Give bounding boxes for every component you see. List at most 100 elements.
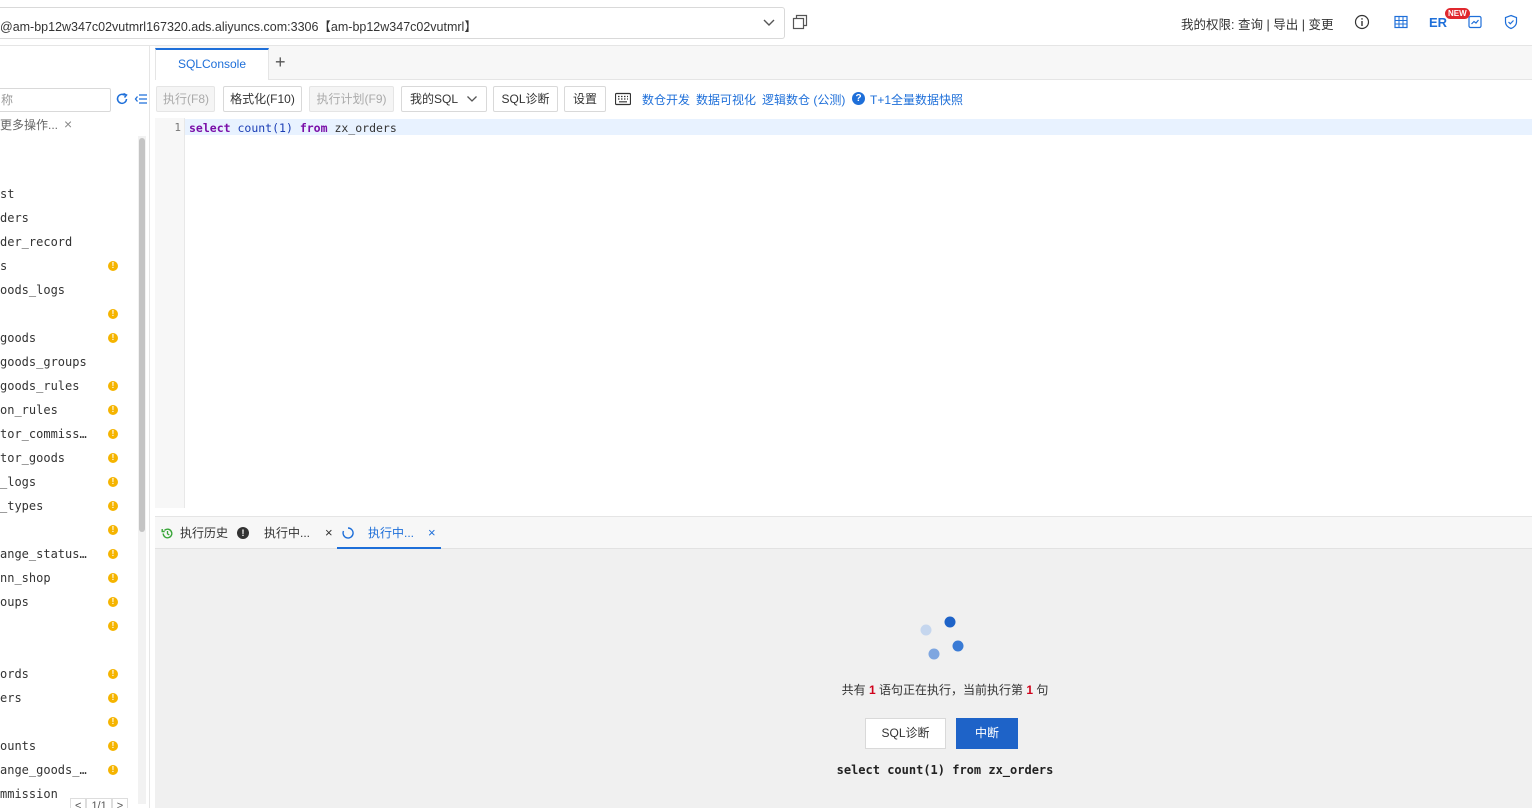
sidebar-scrollbar-thumb[interactable] (139, 138, 145, 532)
warning-icon: ! (108, 621, 118, 631)
tab-execution-history[interactable]: 执行历史 (180, 517, 228, 549)
table-name: goods_rules (0, 379, 80, 393)
close-icon[interactable]: × (428, 517, 436, 549)
info-icon[interactable] (1354, 14, 1370, 30)
link-data-visualization[interactable]: 数据可视化 (696, 91, 756, 108)
table-list-item[interactable]: _types! (0, 494, 140, 518)
link-snapshot[interactable]: T+1全量数据快照 (870, 91, 963, 108)
add-tab-button[interactable]: + (275, 52, 286, 73)
keyboard-icon[interactable] (615, 92, 631, 106)
table-list-item[interactable]: ! (0, 710, 140, 734)
perm-export[interactable]: 导出 (1273, 14, 1298, 33)
table-grid-icon[interactable] (1393, 14, 1409, 30)
table-list-item[interactable]: ords! (0, 662, 140, 686)
table-list-item[interactable]: ers! (0, 686, 140, 710)
editor-toolbar: 执行(F8) 格式化(F10) 执行计划(F9) 我的SQL SQL诊断 设置 … (155, 80, 1532, 118)
table-list-item[interactable]: ange_goods_…! (0, 758, 140, 782)
settings-button[interactable]: 设置 (564, 86, 606, 112)
chevron-down-icon (467, 96, 477, 102)
warning-icon: ! (108, 477, 118, 487)
table-list-item[interactable]: on_rules! (0, 398, 140, 422)
close-icon[interactable]: × (64, 116, 72, 132)
er-diagram-icon[interactable]: ER (1429, 15, 1447, 30)
table-name: oods_logs (0, 283, 66, 297)
close-icon[interactable]: × (325, 517, 333, 549)
table-list-item[interactable]: _logs! (0, 470, 140, 494)
table-list-item[interactable]: oups! (0, 590, 140, 614)
line-number: 1 (174, 121, 181, 134)
status-count: 1 (868, 683, 876, 697)
code-keyword-select: select (189, 121, 231, 135)
link-logic-dw[interactable]: 逻辑数仓 (公测) (762, 91, 845, 108)
table-list: st ders der_record s! oods_logs! goods! goods_… (0, 182, 140, 806)
tab-running-1[interactable]: 执行中... (264, 517, 310, 549)
warning-icon: ! (108, 525, 118, 535)
connection-text: @am-bp12w347c02vutmrl167320.ads.aliyuncs… (0, 20, 477, 34)
table-name: s (0, 259, 8, 273)
perm-change[interactable]: 变更 (1308, 14, 1333, 33)
link-dw-develop[interactable]: 数仓开发 (642, 91, 690, 108)
table-name: ers (0, 691, 22, 705)
permissions-label: 我的权限: (1181, 18, 1235, 32)
table-name: goods (0, 331, 37, 345)
table-list-item[interactable]: ange_status…! (0, 542, 140, 566)
perm-query[interactable]: 查询 (1238, 14, 1263, 33)
sql-diagnose-button[interactable]: SQL诊断 (493, 86, 558, 112)
table-list-item[interactable]: ounts! (0, 734, 140, 758)
results-panel: 执行历史 ! 执行中... × 执行中... × 共有 1 语句正在执行，当前执… (155, 516, 1532, 808)
table-list-item[interactable]: ! (0, 518, 140, 542)
more-operations-link[interactable]: 更多操作... (0, 116, 58, 133)
shield-check-icon[interactable] (1503, 14, 1519, 30)
top-bar: @am-bp12w347c02vutmrl167320.ads.aliyuncs… (0, 0, 1532, 46)
tab-running-2[interactable]: 执行中... × (337, 517, 441, 549)
table-list-item[interactable]: nn_shop! (0, 566, 140, 590)
table-list-item[interactable]: oods_logs (0, 278, 140, 302)
refresh-icon[interactable] (115, 92, 129, 106)
loading-dots-icon (920, 616, 964, 660)
abort-button[interactable]: 中断 (956, 718, 1018, 749)
table-list-item[interactable]: st (0, 182, 140, 206)
permissions: 我的权限: 查询 | 导出 | 变更 (1181, 14, 1333, 33)
table-list-item[interactable]: tor_goods! (0, 446, 140, 470)
status-mid: 语句正在执行，当前执行第 (878, 683, 1023, 697)
my-sql-label: 我的SQL (410, 92, 459, 106)
help-icon[interactable]: ? (852, 92, 865, 105)
table-list-item[interactable]: tor_commiss…! (0, 422, 140, 446)
table-list-item[interactable]: der_record (0, 230, 140, 254)
table-list-item[interactable]: goods_groups (0, 350, 140, 374)
table-search-input[interactable]: 称 (0, 88, 111, 112)
table-name: mmission (0, 787, 58, 801)
table-list-item[interactable]: goods! (0, 326, 140, 350)
pager-next[interactable]: > (111, 798, 129, 808)
table-name: ange_goods_… (0, 763, 87, 777)
code-function: count(1) (237, 121, 293, 135)
table-name: on_rules (0, 403, 58, 417)
table-list-item[interactable]: ders (0, 206, 140, 230)
table-name: nn_shop (0, 571, 51, 585)
execution-status: 共有 1 语句正在执行，当前执行第 1 句 (155, 681, 1532, 698)
my-sql-dropdown[interactable]: 我的SQL (401, 86, 487, 112)
loading-spinner-icon (342, 527, 354, 539)
collapse-list-icon[interactable] (134, 92, 148, 106)
sql-diagnose-button[interactable]: SQL诊断 (865, 718, 946, 749)
running-tab-label: 执行中... (368, 526, 415, 540)
format-button[interactable]: 格式化(F10) (223, 86, 302, 112)
table-list-item[interactable] (0, 638, 140, 662)
code-line[interactable]: select count(1) from zx_orders (189, 121, 397, 135)
sql-editor[interactable]: 1 select count(1) from zx_orders (155, 118, 1532, 508)
explain-plan-button[interactable]: 执行计划(F9) (309, 86, 394, 112)
monitor-chart-icon[interactable] (1467, 14, 1483, 30)
result-tabs: 执行历史 ! 执行中... × 执行中... × (155, 517, 1532, 549)
table-list-item[interactable]: ! (0, 614, 140, 638)
table-list-item[interactable]: ! (0, 302, 140, 326)
pager-prev[interactable]: < (70, 798, 87, 808)
warning-icon: ! (108, 669, 118, 679)
copy-window-icon[interactable] (792, 14, 808, 30)
execute-button[interactable]: 执行(F8) (156, 86, 215, 112)
connection-select[interactable]: @am-bp12w347c02vutmrl167320.ads.aliyuncs… (0, 7, 785, 39)
warning-icon: ! (108, 453, 118, 463)
status-suffix: 句 (1036, 683, 1049, 697)
tab-sql-console[interactable]: SQLConsole (155, 48, 269, 80)
table-list-item[interactable]: goods_rules! (0, 374, 140, 398)
table-list-item[interactable]: s! (0, 254, 140, 278)
